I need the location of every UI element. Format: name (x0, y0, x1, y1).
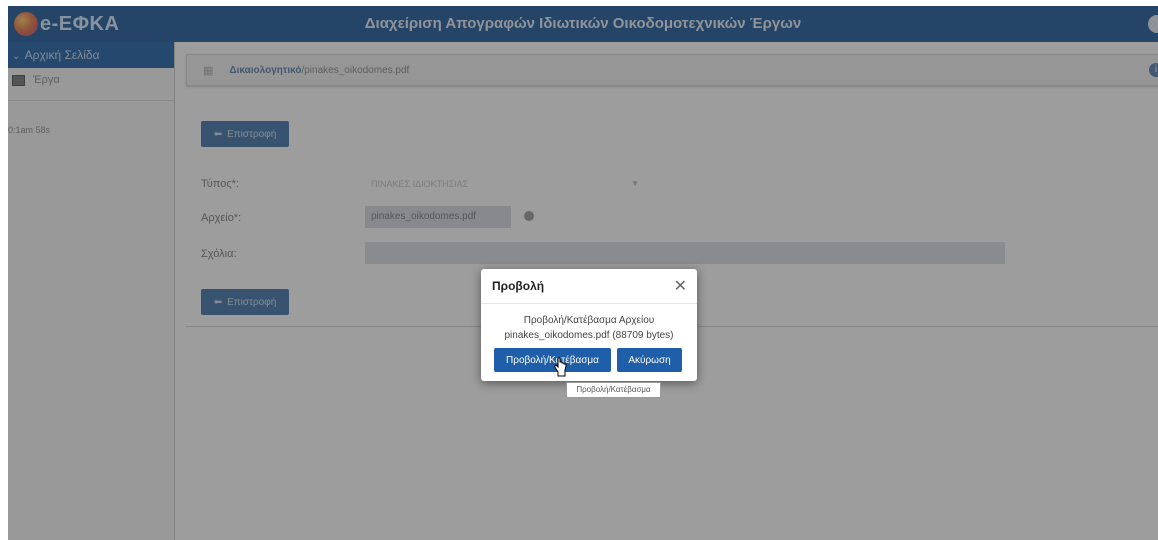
dialog-divider (481, 303, 697, 304)
close-icon[interactable]: ✕ (674, 279, 687, 295)
download-dialog: Προβολή ✕ Προβολή/Κατέβασμα Αρχείου pina… (481, 269, 697, 381)
app-window: e-ΕΦΚΑ Διαχείριση Απογραφών Ιδιωτικών Οι… (8, 6, 1158, 540)
dialog-message-line1: Προβολή/Κατέβασμα Αρχείου (523, 315, 655, 326)
tooltip: Προβολή/Κατέβασμα (566, 382, 661, 398)
dialog-message: Προβολή/Κατέβασμα Αρχείου pinakes_oikodo… (481, 313, 697, 343)
hand-cursor-icon (553, 357, 567, 377)
dialog-message-line2: pinakes_oikodomes.pdf (88709 bytes) (504, 330, 674, 341)
dialog-title: Προβολή (492, 279, 545, 293)
cancel-button[interactable]: Ακύρωση (617, 348, 682, 372)
